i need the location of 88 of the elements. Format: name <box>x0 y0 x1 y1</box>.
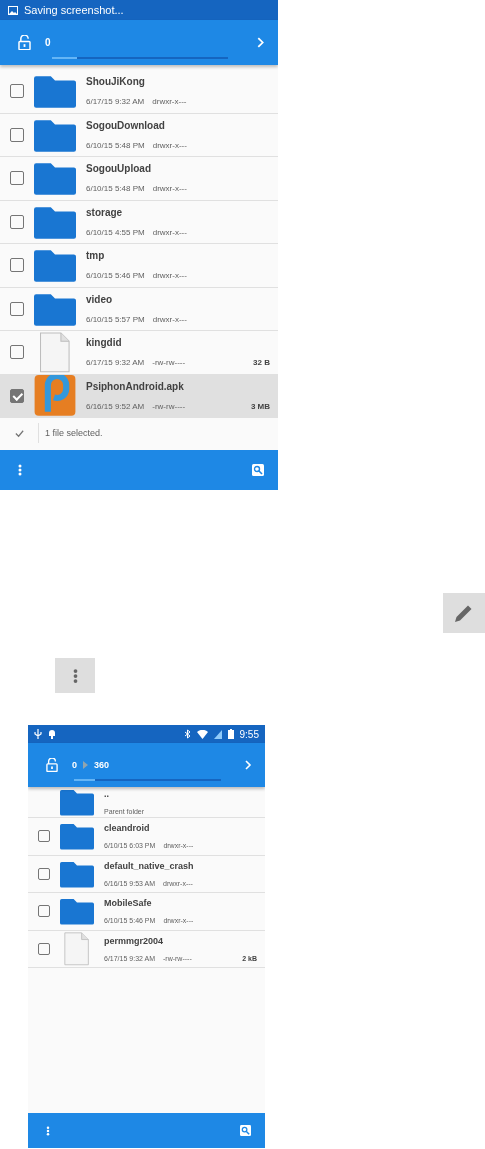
chevron-right-icon[interactable] <box>243 760 253 770</box>
android-icon <box>48 729 56 739</box>
breadcrumb[interactable]: 360 <box>94 760 110 770</box>
search-icon[interactable] <box>252 464 264 476</box>
file-name: PsiphonAndroid.apk <box>86 380 185 392</box>
checkbox[interactable] <box>10 301 24 316</box>
checkbox[interactable] <box>38 905 50 918</box>
folder-icon <box>34 117 76 152</box>
file-row[interactable]: video 6/10/15 5:57 PM drwxr-x--- <box>0 287 278 331</box>
selected-file-row[interactable]: PsiphonAndroid.apk 6/16/15 9:52 AM -rw-rw---- 3 MB <box>0 374 278 418</box>
file-permissions: drwxr-x--- <box>152 314 187 324</box>
file-permissions: drwxr-x--- <box>152 227 187 237</box>
file-icon <box>63 931 91 966</box>
pencil-icon[interactable] <box>443 593 485 633</box>
folder-icon <box>34 161 76 196</box>
file-name: SogouDownload <box>86 119 166 131</box>
file-date: 6/17/15 9:32 AM <box>86 97 145 107</box>
file-name: .. <box>104 789 110 799</box>
signal-icon <box>213 729 222 739</box>
file-name: ShouJiKong <box>86 76 146 88</box>
usb-icon <box>34 729 42 739</box>
file-name: video <box>86 293 114 305</box>
file-size: 3 MB <box>250 401 270 411</box>
more-options-icon[interactable] <box>18 464 22 476</box>
file-row[interactable]: tmp 6/10/15 5:46 PM drwxr-x--- <box>0 244 278 288</box>
file-row[interactable]: SogouDownload 6/10/15 5:48 PM drwxr-x--- <box>0 113 278 157</box>
file-name: default_native_crash <box>104 860 195 871</box>
selection-status: 1 file selected. <box>44 428 103 438</box>
checkbox[interactable] <box>38 867 50 880</box>
file-date: 6/17/15 9:32 AM <box>86 358 145 368</box>
wifi-icon <box>196 729 208 739</box>
checkbox[interactable] <box>10 258 24 273</box>
checkbox[interactable] <box>10 84 24 99</box>
status-time: 9:55 <box>239 728 259 740</box>
checkbox[interactable] <box>10 388 24 403</box>
file-permissions: drwxr-x--- <box>152 271 187 281</box>
folder-icon <box>60 822 94 851</box>
notification-text: Saving screenshot... <box>24 4 124 16</box>
folder-icon <box>34 291 76 326</box>
breadcrumb[interactable]: 0 <box>45 37 51 48</box>
file-size: 32 B <box>253 358 270 368</box>
file-name: SogouUpload <box>86 163 152 175</box>
lock-icon[interactable] <box>18 34 31 51</box>
file-permissions: drwxr-x--- <box>152 140 187 150</box>
folder-icon <box>34 248 76 283</box>
file-permissions: -rw-rw---- <box>152 358 186 368</box>
file-date: 6/16/15 9:52 AM <box>86 401 145 411</box>
file-name: tmp <box>86 250 106 262</box>
file-date: 6/10/15 5:46 PM <box>86 271 145 281</box>
folder-icon <box>34 204 76 239</box>
folder-icon <box>60 859 94 888</box>
chevron-right-icon[interactable] <box>255 37 266 48</box>
more-options-icon[interactable] <box>55 658 95 693</box>
file-permissions: drwxr-x--- <box>152 97 187 107</box>
folder-icon <box>34 74 76 109</box>
file-name: cleandroid <box>104 823 151 834</box>
file-date: 6/10/15 5:48 PM <box>86 140 145 150</box>
breadcrumb-separator-icon <box>83 761 88 769</box>
folder-icon <box>60 788 94 816</box>
lock-icon[interactable] <box>46 757 58 773</box>
bluetooth-icon <box>184 729 191 739</box>
file-icon <box>38 331 72 373</box>
file-date: 6/10/15 4:55 PM <box>86 227 145 237</box>
checkbox[interactable] <box>10 127 24 142</box>
file-name: MobileSafe <box>104 898 153 909</box>
file-date: 6/10/15 5:57 PM <box>86 314 145 324</box>
file-date: 6/10/15 5:48 PM <box>86 184 145 194</box>
folder-icon <box>60 897 94 926</box>
file-name: storage <box>86 206 124 218</box>
battery-icon <box>227 729 234 739</box>
file-row[interactable]: storage 6/10/15 4:55 PM drwxr-x--- <box>0 200 278 244</box>
app-icon <box>34 375 76 417</box>
file-name: kingdid <box>86 337 123 349</box>
breadcrumb[interactable]: 0 <box>72 760 77 770</box>
file-permissions: drwxr-x--- <box>152 184 187 194</box>
file-permissions: -rw-rw---- <box>152 401 186 411</box>
file-row[interactable]: kingdid 6/17/15 9:32 AM -rw-rw---- 32 B <box>0 331 278 375</box>
image-icon <box>8 5 18 15</box>
more-options-icon[interactable] <box>46 1125 50 1136</box>
search-icon[interactable] <box>240 1125 251 1136</box>
checkbox[interactable] <box>10 214 24 229</box>
checkbox[interactable] <box>10 171 24 186</box>
checkbox[interactable] <box>10 345 24 360</box>
checkbox[interactable] <box>38 830 50 843</box>
file-row[interactable]: ShouJiKong 6/17/15 9:32 AM drwxr-x--- <box>0 70 278 114</box>
file-name: permmgr2004 <box>104 935 165 946</box>
checkbox[interactable] <box>38 942 50 955</box>
file-row[interactable]: SogouUpload 6/10/15 5:48 PM drwxr-x--- <box>0 157 278 201</box>
